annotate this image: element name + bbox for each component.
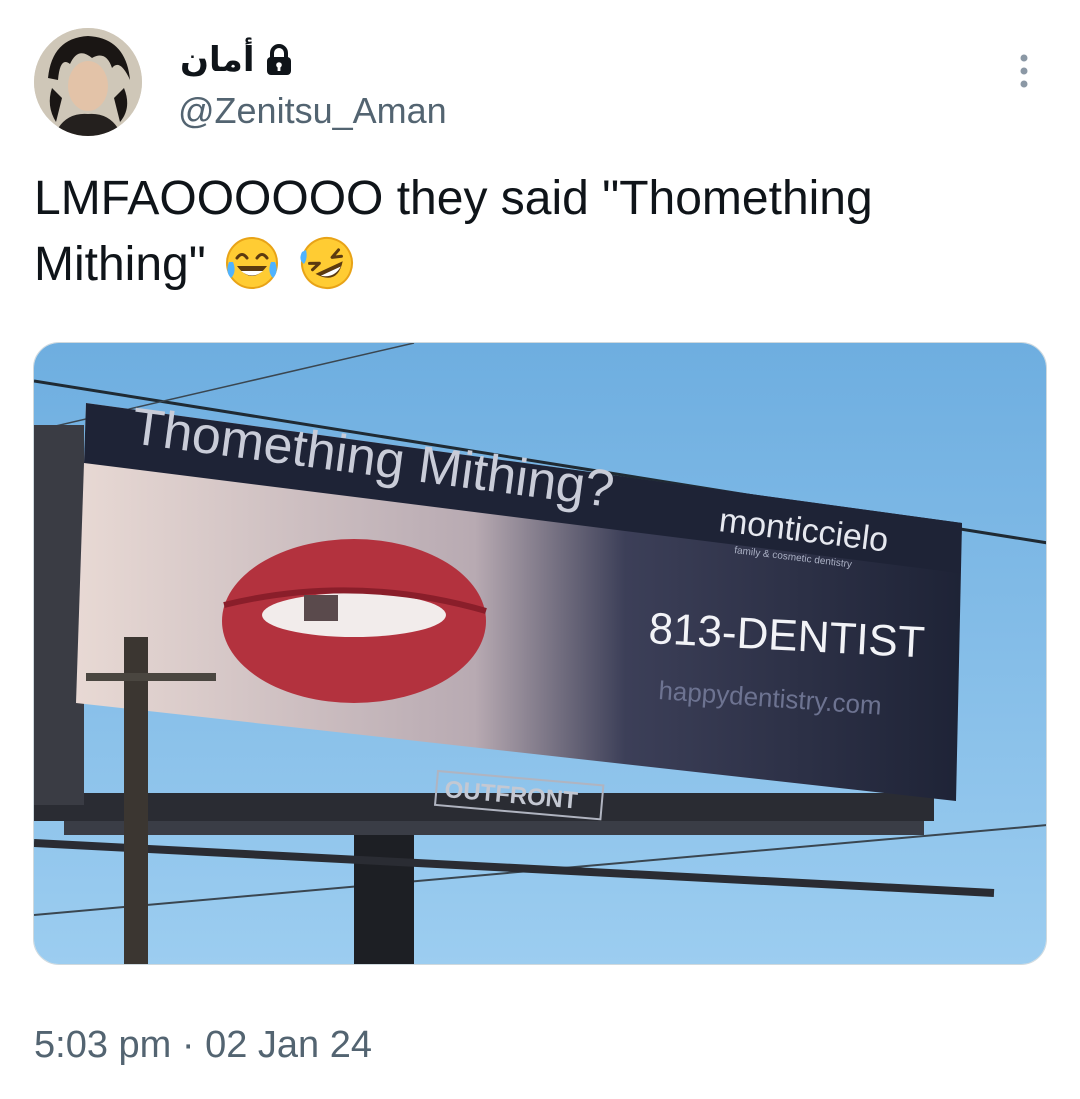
more-vertical-icon[interactable] xyxy=(1012,52,1036,92)
lock-icon xyxy=(265,44,293,76)
author-name[interactable]: أمان xyxy=(180,40,255,80)
avatar-image xyxy=(34,28,142,136)
tweet-text: LMFAOOOOOO they said "Thomething Mithing… xyxy=(34,166,1044,298)
author-name-row[interactable]: أمان xyxy=(180,38,293,82)
tweet-timestamp[interactable]: 5:03 pm · 02 Jan 24 xyxy=(34,1024,372,1067)
tweet-media-image[interactable]: Thomething Mithing? monticcielo family &… xyxy=(33,342,1047,965)
tears-of-joy-emoji xyxy=(223,234,281,292)
author-handle[interactable]: @Zenitsu_Aman xyxy=(178,90,447,132)
rolling-on-floor-laughing-emoji xyxy=(298,234,356,292)
billboard-photo: Thomething Mithing? monticcielo family &… xyxy=(34,343,1046,964)
avatar[interactable] xyxy=(34,28,142,136)
tweet-body: LMFAOOOOOO they said "Thomething Mithing… xyxy=(34,172,873,291)
